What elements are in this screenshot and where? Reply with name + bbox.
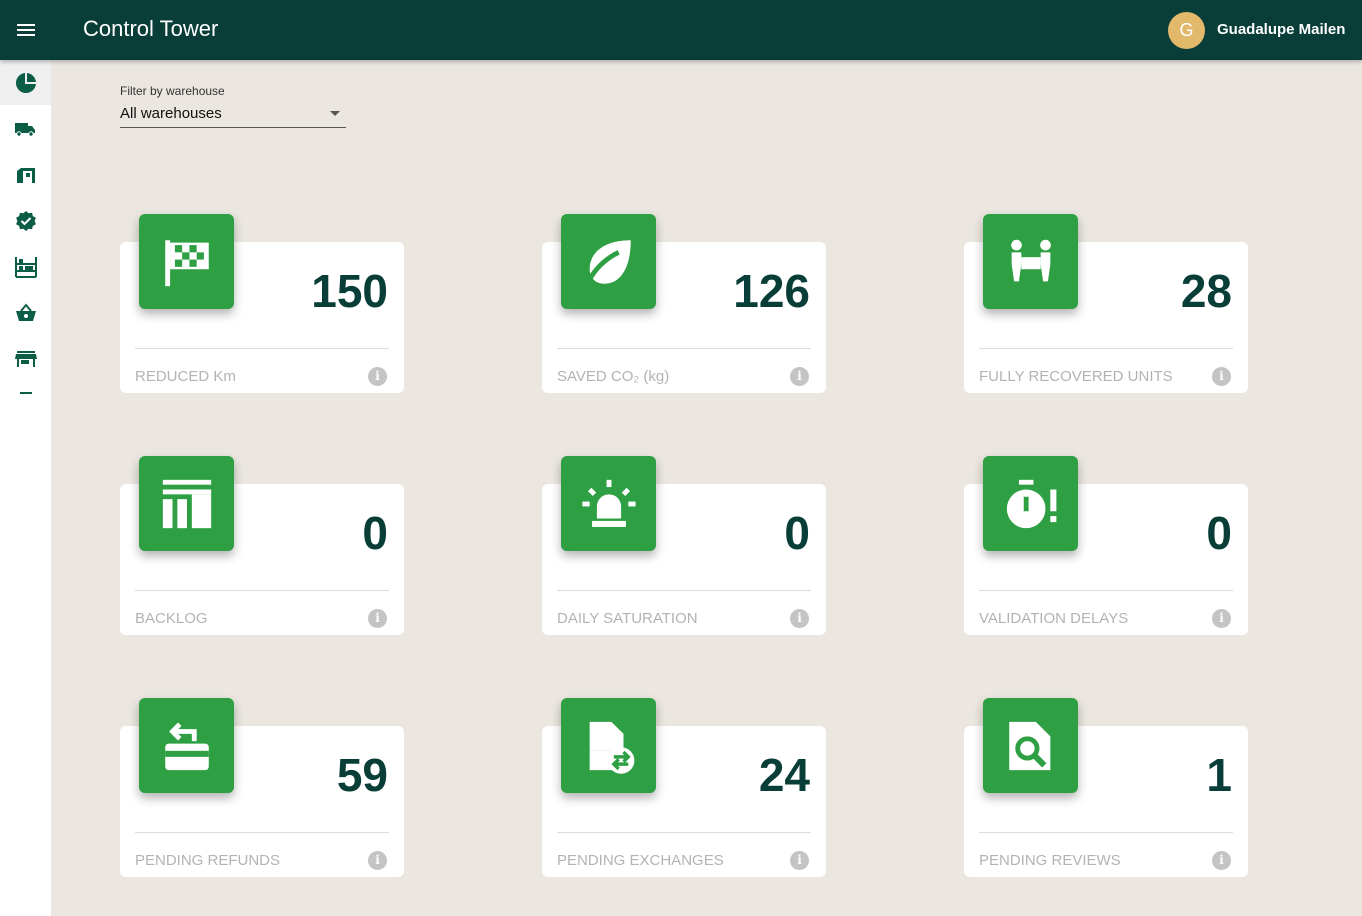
- divider: [979, 590, 1233, 591]
- kpi-label: VALIDATION DELAYS: [979, 610, 1129, 627]
- kpi-label: FULLY RECOVERED UNITS: [979, 368, 1173, 385]
- info-icon[interactable]: i: [790, 609, 809, 628]
- info-icon[interactable]: i: [368, 851, 387, 870]
- kpi-label: PENDING REFUNDS: [135, 852, 281, 869]
- kpi-value: 0: [1206, 507, 1232, 559]
- kpi-value: 59: [336, 749, 388, 801]
- divider: [135, 832, 389, 833]
- info-icon[interactable]: i: [368, 609, 387, 628]
- sidebar-item-dashboard[interactable]: [0, 60, 51, 105]
- kpi-value: 150: [311, 265, 388, 317]
- checkered-flag-icon: [139, 214, 234, 309]
- divider: [557, 590, 811, 591]
- kpi-label: SAVED CO₂ (kg): [557, 368, 670, 385]
- leaf-icon: [561, 214, 656, 309]
- filter-selected-value[interactable]: All warehouses: [120, 105, 222, 122]
- divider: [979, 348, 1233, 349]
- info-icon[interactable]: i: [1212, 367, 1231, 386]
- document-search-icon: [983, 698, 1078, 793]
- kpi-value: 28: [1180, 265, 1232, 317]
- info-icon[interactable]: i: [790, 851, 809, 870]
- app-title: Control Tower: [83, 16, 219, 41]
- pie-chart-icon: [15, 72, 36, 93]
- sidebar: [0, 60, 51, 916]
- kpi-value: 24: [758, 749, 810, 801]
- sidebar-item-validations[interactable]: [0, 198, 51, 243]
- caret-down-icon[interactable]: [330, 111, 340, 116]
- filter-underline: [120, 127, 346, 128]
- basket-icon: [15, 302, 36, 321]
- sidebar-item-warehouse[interactable]: [0, 244, 51, 289]
- kpi-label: DAILY SATURATION: [557, 610, 698, 627]
- kpi-label: REDUCED Km: [135, 368, 236, 385]
- info-icon[interactable]: i: [1212, 609, 1231, 628]
- kpi-label: PENDING REVIEWS: [979, 852, 1121, 869]
- warehouse-shelves-icon: [14, 256, 37, 278]
- sidebar-item-stores[interactable]: [0, 336, 51, 381]
- kpi-value: 0: [784, 507, 810, 559]
- siren-icon: [561, 456, 656, 551]
- divider: [135, 348, 389, 349]
- storefront-icon: [14, 350, 37, 367]
- card-refund-icon: [139, 698, 234, 793]
- kpi-label: BACKLOG: [135, 610, 208, 627]
- store-door-icon: [16, 167, 35, 183]
- document-exchange-icon: [561, 698, 656, 793]
- sidebar-item-partial: [20, 392, 32, 394]
- divider: [135, 590, 389, 591]
- divider: [979, 832, 1233, 833]
- people-carrying-box-icon: [983, 214, 1078, 309]
- filter-label: Filter by warehouse: [120, 84, 225, 98]
- kpi-value: 126: [733, 265, 810, 317]
- top-app-bar: Control Tower G Guadalupe Mailen: [0, 0, 1362, 60]
- info-icon[interactable]: i: [1212, 851, 1231, 870]
- kpi-value: 0: [362, 507, 388, 559]
- info-icon[interactable]: i: [368, 367, 387, 386]
- avatar[interactable]: G: [1168, 12, 1205, 49]
- sidebar-item-returns[interactable]: [0, 152, 51, 197]
- user-name[interactable]: Guadalupe Mailen: [1217, 21, 1345, 38]
- verified-badge-icon: [15, 210, 36, 231]
- stopwatch-alert-icon: [983, 456, 1078, 551]
- divider: [557, 348, 811, 349]
- divider: [557, 832, 811, 833]
- info-icon[interactable]: i: [790, 367, 809, 386]
- kpi-label: PENDING EXCHANGES: [557, 852, 724, 869]
- kpi-value: 1: [1206, 749, 1232, 801]
- menu-icon[interactable]: [14, 18, 38, 42]
- truck-icon: [14, 122, 35, 137]
- sidebar-item-orders[interactable]: [0, 290, 51, 335]
- sidebar-item-shipments[interactable]: [0, 106, 51, 151]
- warehouse-filter[interactable]: Filter by warehouse All warehouses: [120, 84, 346, 129]
- backlog-columns-icon: [139, 456, 234, 551]
